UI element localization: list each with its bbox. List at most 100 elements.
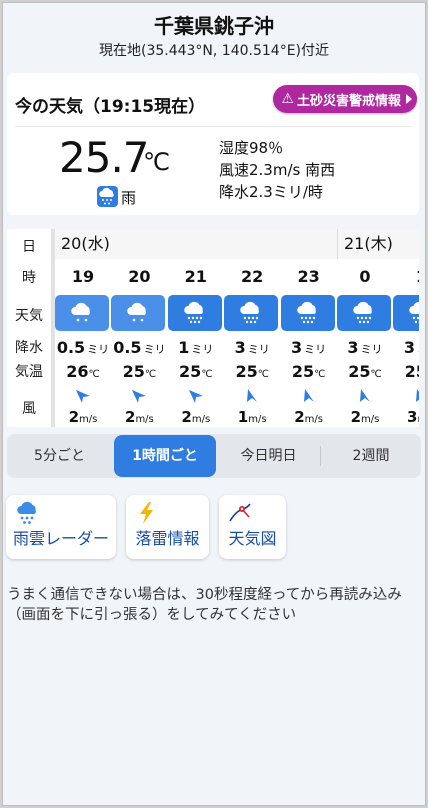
temp-unit: ℃: [201, 369, 213, 380]
weather-map-button[interactable]: 天気図: [219, 495, 286, 559]
app-screen: 千葉県銚子沖 現在地(35.443°N, 140.514°E)付近 今の天気（1…: [2, 2, 426, 806]
location-title: 千葉県銚子沖: [154, 14, 274, 38]
wind-speed-value: 3m/s: [393, 408, 419, 426]
rain-radar-label: 雨雲レーダー: [12, 529, 109, 548]
forecast-column: 19 0.5 ミリ 26℃ 2m/s: [55, 259, 111, 427]
day-header: 21(木): [337, 229, 419, 259]
wind-direction-icon: [55, 387, 111, 405]
alert-label: 土砂災害警戒情報: [296, 93, 401, 109]
wind-speed-unit: m/s: [79, 414, 98, 425]
lightning-info-label: 落雷情報: [135, 529, 200, 548]
landslide-alert-button[interactable]: ⚠ 土砂災害警戒情報: [273, 85, 417, 113]
rain-icon: [167, 295, 222, 331]
wind-text: 風速2.3m/s 南西: [219, 161, 336, 179]
location-header: 千葉県銚子沖 現在地(35.443°N, 140.514°E)付近: [3, 3, 425, 71]
humidity-text: 湿度98％: [219, 139, 284, 157]
tab-2weeks[interactable]: 2週間: [321, 434, 421, 478]
current-weather-label: 雨: [121, 189, 137, 207]
temp-number: 25: [348, 362, 371, 381]
precip-number: 0.5: [113, 338, 142, 357]
precip-value: 3ミリ: [281, 338, 337, 357]
wind-speed-value: 2m/s: [337, 408, 393, 426]
temp-unit: ℃: [370, 369, 382, 380]
row-label-day: 日: [22, 239, 36, 255]
rain-icon: [337, 295, 391, 331]
temp-value: 26℃: [55, 362, 111, 381]
hour-label: 19: [71, 267, 95, 286]
precip-value: 0.5 ミリ: [111, 338, 167, 357]
hour-label: 22: [241, 267, 264, 286]
forecast-column: 0 3 ミリ 25℃ 2m/s: [337, 259, 393, 427]
wind-direction-icon: [224, 387, 280, 405]
interval-tabs: 5分ごと 1時間ごと 今日明日 2週間: [7, 434, 421, 478]
temp-number: 25: [404, 362, 419, 381]
precip-unit: ミリ: [143, 343, 166, 356]
weather-map-label: 天気図: [228, 529, 277, 548]
rain-cloud-icon: [14, 501, 40, 525]
precip-number: 3: [291, 338, 303, 357]
wind-speed-number: 2: [68, 408, 80, 426]
row-label-temp: 気温: [15, 364, 43, 380]
temp-number: 25: [235, 362, 258, 381]
tab-5min[interactable]: 5分ごと: [7, 434, 112, 478]
temp-number: 25: [291, 362, 315, 381]
precip-unit: ミリ: [417, 343, 419, 356]
column-divider: [51, 229, 55, 427]
wind-speed-number: 2: [181, 408, 192, 426]
precip-unit: ミリ: [87, 343, 110, 356]
precip-unit: ミリ: [191, 343, 214, 356]
rain-icon: [224, 295, 279, 331]
current-weather-card: 今の天気（19:15現在） ⚠ 土砂災害警戒情報 25.7 ℃ 雨 湿度98％ …: [7, 73, 419, 215]
rain-icon: [393, 295, 419, 331]
precip-value: 3ミリ: [337, 338, 393, 357]
tab-hourly[interactable]: 1時間ごと: [114, 435, 216, 477]
wind-speed-value: 2m/s: [281, 408, 337, 426]
wind-speed-unit: m/s: [417, 414, 419, 425]
current-temperature: 25.7: [59, 133, 150, 182]
tab-today-tomorrow[interactable]: 今日明日: [217, 434, 320, 478]
forecast-column: 22 3 ミリ 25℃ 1m/s: [224, 259, 280, 427]
wind-speed-number: 3: [407, 408, 418, 426]
temp-value: 25℃: [168, 362, 224, 381]
wind-speed-number: 1: [237, 408, 249, 426]
precip-value: 0.5 ミリ: [55, 338, 111, 357]
wind-speed-value: 1m/s: [224, 408, 280, 426]
precip-unit: ミリ: [247, 343, 270, 356]
location-coordinates: 現在地(35.443°N, 140.514°E)付近: [98, 43, 330, 59]
light-rain-icon: [111, 295, 166, 331]
hour-label: 1: [393, 267, 419, 286]
rain-radar-button[interactable]: 雨雲レーダー: [6, 495, 116, 559]
wind-direction-icon: [337, 387, 393, 405]
wind-speed-unit: m/s: [248, 414, 267, 425]
precip-number: 0.5: [56, 338, 86, 357]
precip-text: 降水2.3ミリ/時: [219, 183, 323, 201]
temp-value: 25℃: [281, 362, 337, 381]
forecast-column: 23 3 ミリ 25℃ 2m/s: [280, 259, 337, 427]
wind-direction-icon: [393, 387, 419, 405]
day-header: 20(水): [55, 229, 337, 259]
row-label-wind: 風: [22, 401, 36, 417]
precip-value: 3ミリ: [393, 338, 419, 357]
current-details: 湿度98％ 風速2.3m/s 南西 降水2.3ミリ/時: [219, 137, 335, 203]
temp-unit: ℃: [257, 369, 269, 380]
forecast-column: 20 0.5 ミリ 25℃ 2m/s: [111, 259, 167, 427]
divider: [15, 126, 411, 127]
temp-unit: ℃: [144, 369, 157, 380]
rain-icon: [97, 186, 118, 207]
precip-unit: ミリ: [304, 343, 327, 356]
temperature-unit: ℃: [143, 148, 170, 176]
warning-icon: ⚠: [281, 91, 294, 107]
precip-unit: ミリ: [360, 343, 383, 356]
wind-speed-unit: m/s: [191, 414, 211, 425]
temp-value: 25℃: [393, 362, 419, 381]
precip-number: 3: [403, 338, 415, 357]
hour-label: 0: [359, 267, 371, 286]
wind-direction-icon: [168, 387, 224, 405]
wind-direction-icon: [281, 387, 337, 405]
hourly-forecast-table[interactable]: 日 時 天気 降水 気温 風 20(水) 21(木) 19 0.5 ミリ 26℃ 2m/…: [7, 229, 419, 427]
hour-label: 23: [297, 267, 320, 286]
temp-value: 25℃: [111, 362, 167, 381]
wind-speed-value: 2m/s: [168, 408, 224, 426]
lightning-info-button[interactable]: 落雷情報: [126, 495, 209, 559]
temp-unit: ℃: [314, 369, 326, 380]
